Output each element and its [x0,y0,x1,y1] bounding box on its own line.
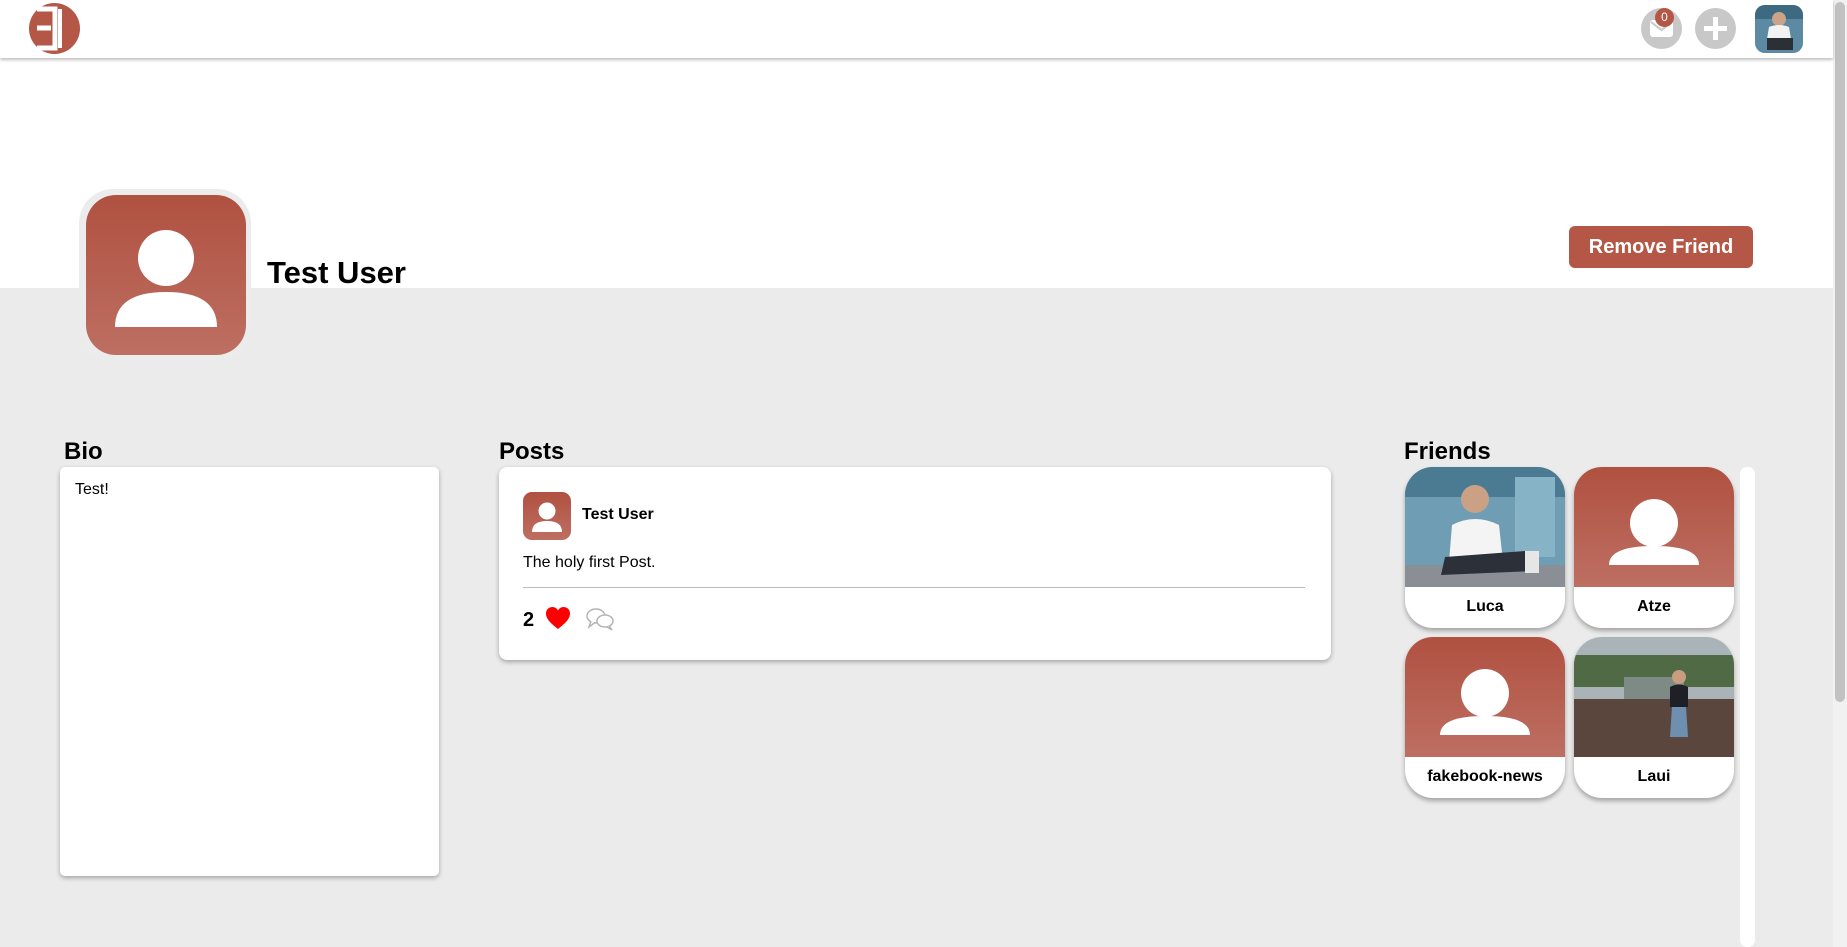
post-card: Test User The holy first Post. 2 [499,467,1331,660]
friend-card-atze[interactable]: Atze [1574,467,1734,628]
posts-title: Posts [499,438,565,465]
friend-card-laui[interactable]: Laui [1574,637,1734,798]
post-author-avatar-icon[interactable] [523,492,571,540]
profile-header [0,58,1833,288]
plus-icon [1704,17,1727,40]
friend-photo [1574,637,1734,757]
top-nav-bar: 0 [0,0,1833,58]
comment-bubbles-icon[interactable] [585,606,615,632]
add-post-button[interactable] [1695,8,1736,49]
friend-photo [1405,467,1565,587]
user-avatar[interactable] [1755,5,1803,53]
friends-title: Friends [1404,438,1491,465]
site-logo-icon[interactable] [29,3,80,54]
default-user-avatar-icon [1574,467,1734,587]
friend-card-fakebook-news[interactable]: fakebook-news [1405,637,1565,798]
post-divider [523,587,1305,588]
friend-name: Atze [1637,598,1671,615]
like-count: 2 [523,609,535,631]
friend-card-luca[interactable]: Luca [1405,467,1565,628]
bio-text: Test! [75,481,109,498]
friend-name: Laui [1637,768,1671,785]
profile-name: Test User [267,255,406,290]
mail-count-badge: 0 [1655,8,1674,27]
friend-name: Luca [1466,598,1504,615]
page-scrollbar-thumb[interactable] [1835,2,1845,702]
bio-title: Bio [64,438,103,465]
friend-name: fakebook-news [1427,768,1543,785]
default-user-avatar-icon [86,195,246,355]
remove-friend-button[interactable]: Remove Friend [1569,226,1753,268]
default-user-avatar-icon [1405,637,1565,757]
heart-icon[interactable] [544,605,572,631]
post-text: The holy first Post. [523,554,656,571]
post-author[interactable]: Test User [582,506,654,524]
bio-card: Test! [60,467,439,876]
friends-scrollbar[interactable] [1740,467,1755,947]
